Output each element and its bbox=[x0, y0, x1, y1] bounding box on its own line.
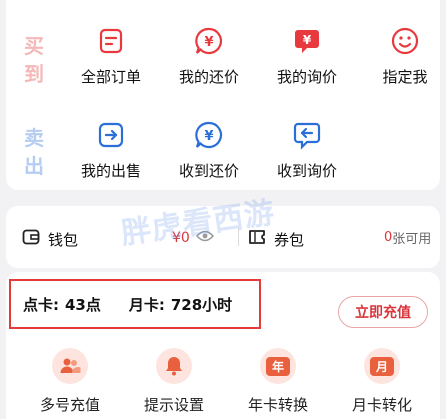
month-card-icon: 月 bbox=[364, 348, 400, 384]
bell-icon bbox=[156, 348, 192, 384]
coupon-button[interactable]: 券包 bbox=[248, 228, 304, 250]
wallet-balance[interactable]: ¥0 bbox=[172, 228, 214, 247]
received-bargain-icon: ¥ bbox=[192, 118, 226, 152]
received-inquiry-icon bbox=[290, 118, 324, 152]
month-card-convert-button[interactable]: 月 月卡转化 bbox=[332, 348, 432, 415]
my-inquiry-button[interactable]: ¥ 我的询价 bbox=[257, 24, 357, 87]
my-sales-button[interactable]: 我的出售 bbox=[61, 118, 161, 181]
card-balance-highlight: 点卡: 43点 月卡: 728小时 bbox=[9, 279, 261, 329]
order-list-icon bbox=[94, 24, 128, 58]
svg-text:¥: ¥ bbox=[303, 33, 312, 47]
multi-user-icon bbox=[52, 348, 88, 384]
account-card: 点卡: 43点 月卡: 728小时 立即充值 多号充值 提示设置 年 年卡转换 … bbox=[6, 272, 440, 419]
bargain-icon: ¥ bbox=[192, 24, 226, 58]
coupon-count[interactable]: 0 张可用 bbox=[384, 228, 431, 247]
svg-text:¥: ¥ bbox=[204, 35, 213, 50]
sell-arrow-icon bbox=[94, 118, 128, 152]
buy-section-label: 买 到 bbox=[24, 34, 44, 86]
year-card-icon: 年 bbox=[260, 348, 296, 384]
orders-card: 买 到 全部订单 ¥ 我的还价 ¥ 我的询价 指定我 卖 出 我的出售 ¥ 收到… bbox=[6, 0, 440, 190]
my-bargain-button[interactable]: ¥ 我的还价 bbox=[159, 24, 259, 87]
wallet-icon bbox=[22, 228, 40, 250]
sell-section-label: 卖 出 bbox=[24, 126, 44, 178]
coupon-icon bbox=[248, 228, 266, 250]
assigned-to-me-button[interactable]: 指定我 bbox=[355, 24, 446, 87]
wallet-divider bbox=[238, 228, 239, 246]
svg-text:¥: ¥ bbox=[204, 129, 213, 144]
received-inquiry-button[interactable]: 收到询价 bbox=[257, 118, 357, 181]
eye-icon[interactable] bbox=[195, 228, 214, 247]
notification-settings-button[interactable]: 提示设置 bbox=[124, 348, 224, 415]
wallet-button[interactable]: 钱包 bbox=[22, 228, 78, 250]
recharge-now-button[interactable]: 立即充值 bbox=[338, 296, 428, 328]
year-card-convert-button[interactable]: 年 年卡转换 bbox=[228, 348, 328, 415]
all-orders-button[interactable]: 全部订单 bbox=[61, 24, 161, 87]
received-bargain-button[interactable]: ¥ 收到还价 bbox=[159, 118, 259, 181]
smile-icon bbox=[388, 24, 422, 58]
inquiry-icon: ¥ bbox=[290, 24, 324, 58]
wallet-card: 钱包 ¥0 券包 0 张可用 bbox=[6, 206, 440, 268]
multi-account-recharge-button[interactable]: 多号充值 bbox=[20, 348, 120, 415]
